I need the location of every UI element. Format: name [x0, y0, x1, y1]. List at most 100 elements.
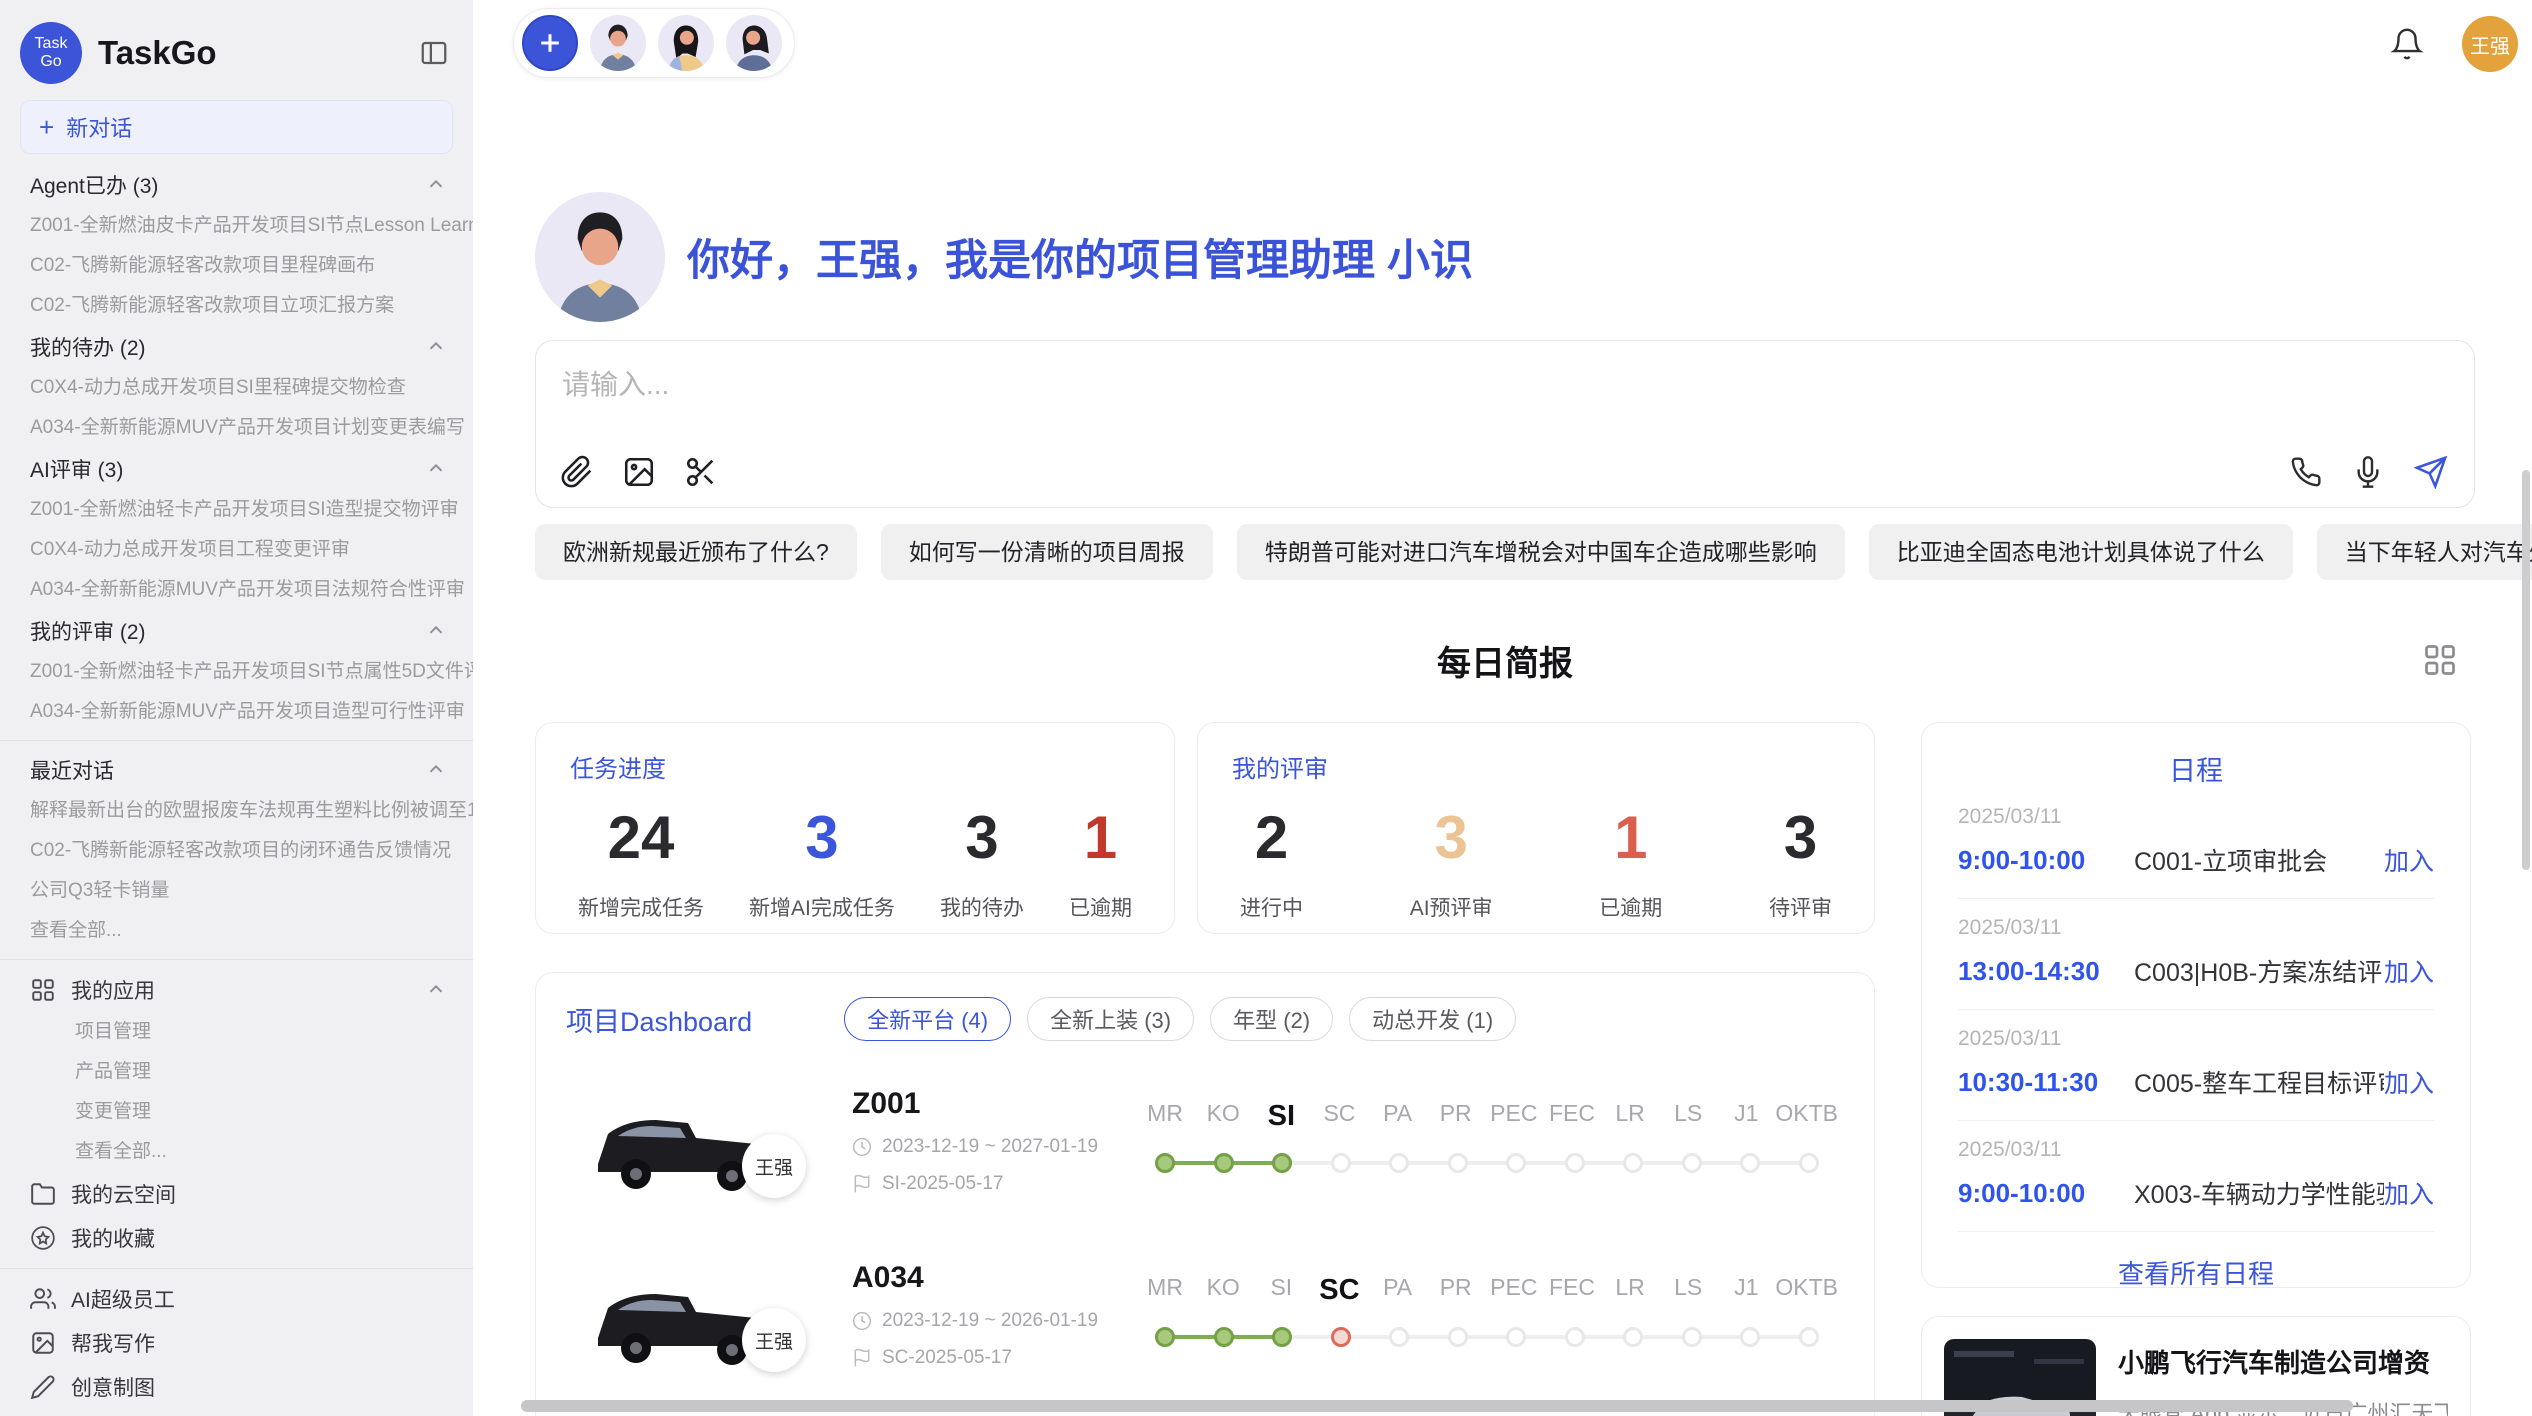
- sidebar-task-item[interactable]: C02-飞腾新能源轻客改款项目里程碑画布: [0, 246, 473, 286]
- milestone-dot[interactable]: [1740, 1327, 1760, 1347]
- milestone-dot[interactable]: [1682, 1327, 1702, 1347]
- sidebar-group-header[interactable]: 我的评审 (2): [0, 610, 473, 652]
- milestone-dot[interactable]: [1448, 1153, 1468, 1173]
- join-link[interactable]: 加入: [2384, 953, 2434, 989]
- sidebar-task-item[interactable]: A034-全新新能源MUV产品开发项目计划变更表编写: [0, 408, 473, 448]
- milestone-dot[interactable]: [1389, 1327, 1409, 1347]
- sidebar-task-item[interactable]: C02-飞腾新能源轻客改款项目立项汇报方案: [0, 286, 473, 326]
- dashboard-tab[interactable]: 年型 (2): [1210, 997, 1333, 1041]
- milestone-dot[interactable]: [1799, 1327, 1819, 1347]
- sidebar-item-favorites[interactable]: 我的收藏: [0, 1216, 473, 1260]
- suggestion-chip[interactable]: 特朗普可能对进口汽车增税会对中国车企造成哪些影响: [1237, 524, 1845, 580]
- milestone-dot[interactable]: [1214, 1153, 1234, 1173]
- scissors-icon[interactable]: [684, 455, 718, 489]
- app-sublist-item[interactable]: 查看全部...: [0, 1132, 473, 1172]
- milestone-dot[interactable]: [1682, 1153, 1702, 1173]
- avatar-member-3[interactable]: [726, 15, 782, 71]
- suggestion-chip[interactable]: 比亚迪全固态电池计划具体说了什么: [1869, 524, 2293, 580]
- milestone-dot[interactable]: [1740, 1153, 1760, 1173]
- milestone-dot[interactable]: [1623, 1153, 1643, 1173]
- microphone-icon[interactable]: [2352, 456, 2384, 488]
- schedule-title: 日程: [1958, 749, 2434, 788]
- sidebar-task-item[interactable]: Z001-全新燃油皮卡产品开发项目SI节点Lesson Learn报告: [0, 206, 473, 246]
- sidebar-group-header[interactable]: AI评审 (3): [0, 448, 473, 490]
- milestone-dot-column: [1429, 1143, 1488, 1183]
- clock-icon: [852, 1137, 872, 1157]
- user-avatar[interactable]: 王强: [2462, 16, 2518, 72]
- milestone-label: J1: [1717, 1274, 1775, 1307]
- milestone-dot[interactable]: [1448, 1327, 1468, 1347]
- suggestion-chip[interactable]: 如何写一份清晰的项目周报: [881, 524, 1213, 580]
- milestone-dot[interactable]: [1565, 1153, 1585, 1173]
- milestone-label: SI: [1252, 1274, 1310, 1307]
- app-logo: Task Go: [20, 22, 82, 84]
- horizontal-scrollbar[interactable]: [521, 1400, 2353, 1412]
- milestone-dot[interactable]: [1331, 1153, 1351, 1173]
- recent-chat-item[interactable]: 公司Q3轻卡销量: [0, 871, 473, 911]
- milestone-dot[interactable]: [1506, 1153, 1526, 1173]
- suggestion-chip[interactable]: 欧洲新规最近颁布了什么?: [535, 524, 857, 580]
- sidebar-item-help-me-write[interactable]: 帮我写作: [0, 1321, 473, 1365]
- sidebar-task-item[interactable]: C0X4-动力总成开发项目工程变更评审: [0, 530, 473, 570]
- sidebar-group-header[interactable]: 我的待办 (2): [0, 326, 473, 368]
- milestone-dot[interactable]: [1331, 1327, 1351, 1347]
- sidebar-item-ai-super-staff[interactable]: AI超级员工: [0, 1277, 473, 1321]
- sidebar-collapse-icon[interactable]: [419, 38, 449, 68]
- milestone-dot[interactable]: [1214, 1327, 1234, 1347]
- milestone-dot[interactable]: [1389, 1153, 1409, 1173]
- recent-chat-item[interactable]: 解释最新出台的欧盟报废车法规再生塑料比例被调至15%...: [0, 791, 473, 831]
- divider: [0, 740, 473, 741]
- chat-input-card[interactable]: 请输入...: [535, 340, 2475, 508]
- add-member-button[interactable]: [522, 15, 578, 71]
- recent-chat-item[interactable]: 查看全部...: [0, 911, 473, 951]
- phone-call-icon[interactable]: [2290, 456, 2322, 488]
- avatar-member-1[interactable]: [590, 15, 646, 71]
- milestone-dot[interactable]: [1506, 1327, 1526, 1347]
- schedule-items: 2025/03/119:00-10:00C001-立项审批会加入2025/03/…: [1958, 788, 2434, 1232]
- milestone-dot[interactable]: [1155, 1153, 1175, 1173]
- milestone-label: SI: [1252, 1100, 1310, 1133]
- join-link[interactable]: 加入: [2384, 842, 2434, 878]
- sidebar-item-my-apps[interactable]: 我的应用: [0, 968, 473, 1012]
- paperclip-icon[interactable]: [560, 455, 594, 489]
- sidebar-item-cloud-space[interactable]: 我的云空间: [0, 1172, 473, 1216]
- vertical-scrollbar[interactable]: [2522, 470, 2530, 870]
- join-link[interactable]: 加入: [2384, 1175, 2434, 1211]
- sidebar-group-header[interactable]: Agent已办 (3): [0, 164, 473, 206]
- sidebar-task-item[interactable]: Z001-全新燃油轻卡产品开发项目SI节点属性5D文件评审: [0, 652, 473, 692]
- sidebar-task-item[interactable]: A034-全新新能源MUV产品开发项目法规符合性评审: [0, 570, 473, 610]
- app-sublist-item[interactable]: 产品管理: [0, 1052, 473, 1092]
- milestone-labels: MRKOSISCPAPRPECFECLRLSJ1OKTB: [1136, 1100, 1838, 1133]
- milestone-dot-column: [1370, 1317, 1429, 1357]
- app-sublist-item[interactable]: 变更管理: [0, 1092, 473, 1132]
- view-all-schedule-link[interactable]: 查看所有日程: [1958, 1254, 2434, 1291]
- sidebar-item-creative-drawing[interactable]: 创意制图: [0, 1365, 473, 1409]
- dashboard-tab[interactable]: 动总开发 (1): [1349, 997, 1516, 1041]
- avatar-member-2[interactable]: [658, 15, 714, 71]
- send-icon[interactable]: [2414, 455, 2448, 489]
- sidebar-task-item[interactable]: A034-全新新能源MUV产品开发项目造型可行性评审: [0, 692, 473, 732]
- milestone-dot[interactable]: [1272, 1153, 1292, 1173]
- milestone-dot-column: [1663, 1143, 1722, 1183]
- notification-bell-icon[interactable]: [2390, 27, 2424, 61]
- schedule-item: 2025/03/119:00-10:00X003-车辆动力学性能验...加入: [1958, 1121, 2434, 1232]
- app-sublist-item[interactable]: 项目管理: [0, 1012, 473, 1052]
- sidebar-task-item[interactable]: Z001-全新燃油轻卡产品开发项目SI造型提交物评审: [0, 490, 473, 530]
- suggestion-chip[interactable]: 当下年轻人对汽车外观有怎样的喜好趋势: [2317, 524, 2532, 580]
- recent-chat-item[interactable]: C02-飞腾新能源轻客改款项目的闭环通告反馈情况: [0, 831, 473, 871]
- milestone-dot[interactable]: [1623, 1327, 1643, 1347]
- dashboard-tab[interactable]: 全新平台 (4): [844, 997, 1011, 1041]
- milestone-dot[interactable]: [1272, 1327, 1292, 1347]
- new-chat-button[interactable]: + 新对话: [20, 100, 453, 154]
- milestone-dot[interactable]: [1799, 1153, 1819, 1173]
- image-upload-icon[interactable]: [622, 455, 656, 489]
- join-link[interactable]: 加入: [2384, 1064, 2434, 1100]
- milestone-dot[interactable]: [1155, 1327, 1175, 1347]
- milestone-dot[interactable]: [1565, 1327, 1585, 1347]
- dashboard-tab[interactable]: 全新上装 (3): [1027, 997, 1194, 1041]
- milestone-dot-column: [1721, 1317, 1780, 1357]
- briefing-layout-icon[interactable]: [2422, 642, 2458, 678]
- schedule-date: 2025/03/11: [1958, 805, 2434, 829]
- sidebar-task-item[interactable]: C0X4-动力总成开发项目SI里程碑提交物检查: [0, 368, 473, 408]
- sidebar-recent-header[interactable]: 最近对话: [0, 749, 473, 791]
